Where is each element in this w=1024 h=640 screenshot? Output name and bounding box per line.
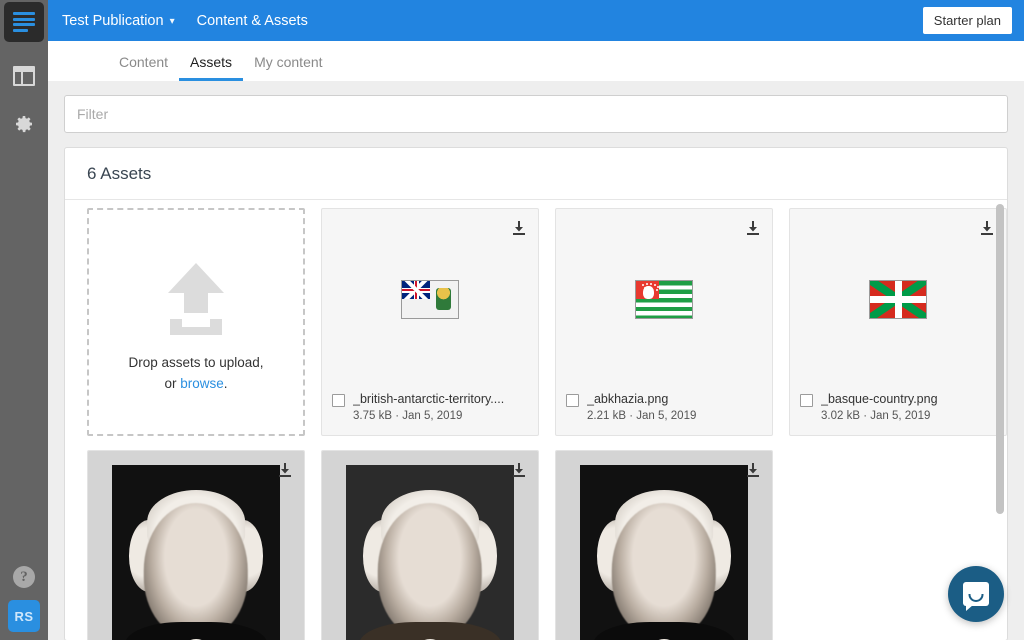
asset-size: 3.02 kB bbox=[821, 410, 860, 422]
portrait-george-washington-image bbox=[556, 451, 772, 640]
asset-select-checkbox[interactable] bbox=[800, 394, 813, 407]
portrait-john-adams-image bbox=[322, 451, 538, 640]
flag-basque-country-image bbox=[869, 280, 927, 319]
search-input[interactable] bbox=[77, 106, 995, 122]
sidebar-item-settings[interactable] bbox=[0, 100, 48, 148]
asset-card-footer: _basque-country.png 3.02 kB · Jan 5, 201… bbox=[790, 390, 1006, 435]
asset-card[interactable]: _basque-country.png 3.02 kB · Jan 5, 201… bbox=[789, 208, 1007, 436]
plan-badge[interactable]: Starter plan bbox=[923, 7, 1012, 34]
scrollbar-thumb[interactable] bbox=[996, 204, 1004, 514]
asset-card-footer: _british-antarctic-territory.... 3.75 kB… bbox=[322, 390, 538, 435]
content-area: 6 Assets D bbox=[48, 81, 1024, 640]
top-bar-right: Starter plan bbox=[923, 7, 1012, 34]
dropzone-line1: Drop assets to upload, bbox=[128, 353, 263, 374]
asset-date: Jan 5, 2019 bbox=[870, 410, 930, 422]
asset-card[interactable] bbox=[87, 450, 305, 640]
chevron-down-icon: ▾ bbox=[170, 16, 175, 27]
asset-meta: _basque-country.png 3.02 kB · Jan 5, 201… bbox=[821, 390, 996, 425]
assets-panel: 6 Assets D bbox=[64, 147, 1008, 640]
asset-card[interactable]: _abkhazia.png 2.21 kB · Jan 5, 2019 bbox=[555, 208, 773, 436]
asset-subtitle: 3.02 kB · Jan 5, 2019 bbox=[821, 408, 996, 425]
dropzone-period: . bbox=[224, 376, 228, 391]
asset-card[interactable] bbox=[555, 450, 773, 640]
asset-subtitle: 2.21 kB · Jan 5, 2019 bbox=[587, 408, 762, 425]
dropzone-or: or bbox=[164, 376, 180, 391]
asset-meta: _abkhazia.png 2.21 kB · Jan 5, 2019 bbox=[587, 390, 762, 425]
download-icon[interactable] bbox=[744, 219, 762, 237]
layout-icon bbox=[13, 66, 35, 86]
asset-card[interactable]: _british-antarctic-territory.... 3.75 kB… bbox=[321, 208, 539, 436]
asset-separator: · bbox=[629, 410, 633, 422]
asset-thumbnail bbox=[556, 451, 772, 640]
upload-icon bbox=[146, 249, 246, 345]
download-icon[interactable] bbox=[276, 461, 294, 479]
asset-thumbnail bbox=[88, 451, 304, 640]
asset-thumbnail bbox=[322, 209, 538, 390]
asset-size: 3.75 kB bbox=[353, 410, 392, 422]
browse-link[interactable]: browse bbox=[180, 376, 224, 391]
page-title: 6 Assets bbox=[87, 164, 151, 184]
help-icon[interactable]: ? bbox=[13, 566, 35, 588]
asset-thumbnail bbox=[790, 209, 1006, 390]
publication-logo-button[interactable] bbox=[4, 2, 44, 42]
tab-bar: Content Assets My content bbox=[48, 41, 1024, 81]
download-icon[interactable] bbox=[510, 461, 528, 479]
filter-field[interactable] bbox=[64, 95, 1008, 133]
asset-filename: _basque-country.png bbox=[821, 390, 996, 409]
assets-panel-header: 6 Assets bbox=[65, 148, 1007, 200]
asset-date: Jan 5, 2019 bbox=[636, 410, 696, 422]
publication-name: Test Publication bbox=[62, 13, 164, 29]
assets-grid-scroll: Drop assets to upload, or browse. bbox=[65, 200, 1007, 640]
asset-date: Jan 5, 2019 bbox=[402, 410, 462, 422]
asset-subtitle: 3.75 kB · Jan 5, 2019 bbox=[353, 408, 528, 425]
tab-assets[interactable]: Assets bbox=[179, 55, 243, 81]
top-bar: Test Publication ▾ Content & Assets Star… bbox=[48, 0, 1024, 41]
asset-select-checkbox[interactable] bbox=[332, 394, 345, 407]
flag-abkhazia-image bbox=[635, 280, 693, 319]
main-area: Test Publication ▾ Content & Assets Star… bbox=[48, 0, 1024, 640]
logo-icon bbox=[13, 12, 35, 32]
asset-size: 2.21 kB bbox=[587, 410, 626, 422]
left-rail: ? RS bbox=[0, 0, 48, 640]
publication-selector[interactable]: Test Publication ▾ bbox=[62, 13, 175, 29]
portrait-thomas-jefferson-image bbox=[88, 451, 304, 640]
app-root: ? RS Test Publication ▾ Content & Assets… bbox=[0, 0, 1024, 640]
asset-select-checkbox[interactable] bbox=[566, 394, 579, 407]
avatar[interactable]: RS bbox=[8, 600, 40, 632]
asset-separator: · bbox=[863, 410, 867, 422]
flag-british-antarctic-territory-image bbox=[401, 280, 459, 319]
asset-filename: _british-antarctic-territory.... bbox=[353, 390, 528, 409]
asset-thumbnail bbox=[322, 451, 538, 640]
abkhazia-stars bbox=[642, 283, 660, 290]
download-icon[interactable] bbox=[978, 219, 996, 237]
dropzone-text: Drop assets to upload, or browse. bbox=[128, 353, 263, 395]
assets-grid: Drop assets to upload, or browse. bbox=[87, 208, 989, 640]
download-icon[interactable] bbox=[744, 461, 762, 479]
asset-filename: _abkhazia.png bbox=[587, 390, 762, 409]
assets-scrollbar[interactable] bbox=[996, 204, 1004, 624]
download-icon[interactable] bbox=[510, 219, 528, 237]
tab-my-content[interactable]: My content bbox=[243, 55, 333, 81]
breadcrumb-content-assets[interactable]: Content & Assets bbox=[197, 13, 308, 29]
tab-content[interactable]: Content bbox=[108, 55, 179, 81]
dropzone-line2: or browse. bbox=[128, 374, 263, 395]
asset-separator: · bbox=[395, 410, 399, 422]
upload-dropzone[interactable]: Drop assets to upload, or browse. bbox=[87, 208, 305, 436]
asset-thumbnail bbox=[556, 209, 772, 390]
asset-meta: _british-antarctic-territory.... 3.75 kB… bbox=[353, 390, 528, 425]
gear-icon bbox=[12, 112, 36, 136]
chat-bubble-icon bbox=[963, 582, 989, 606]
asset-card-footer: _abkhazia.png 2.21 kB · Jan 5, 2019 bbox=[556, 390, 772, 435]
messenger-launcher-button[interactable] bbox=[948, 566, 1004, 622]
sidebar-item-dashboard[interactable] bbox=[0, 52, 48, 100]
asset-card[interactable] bbox=[321, 450, 539, 640]
